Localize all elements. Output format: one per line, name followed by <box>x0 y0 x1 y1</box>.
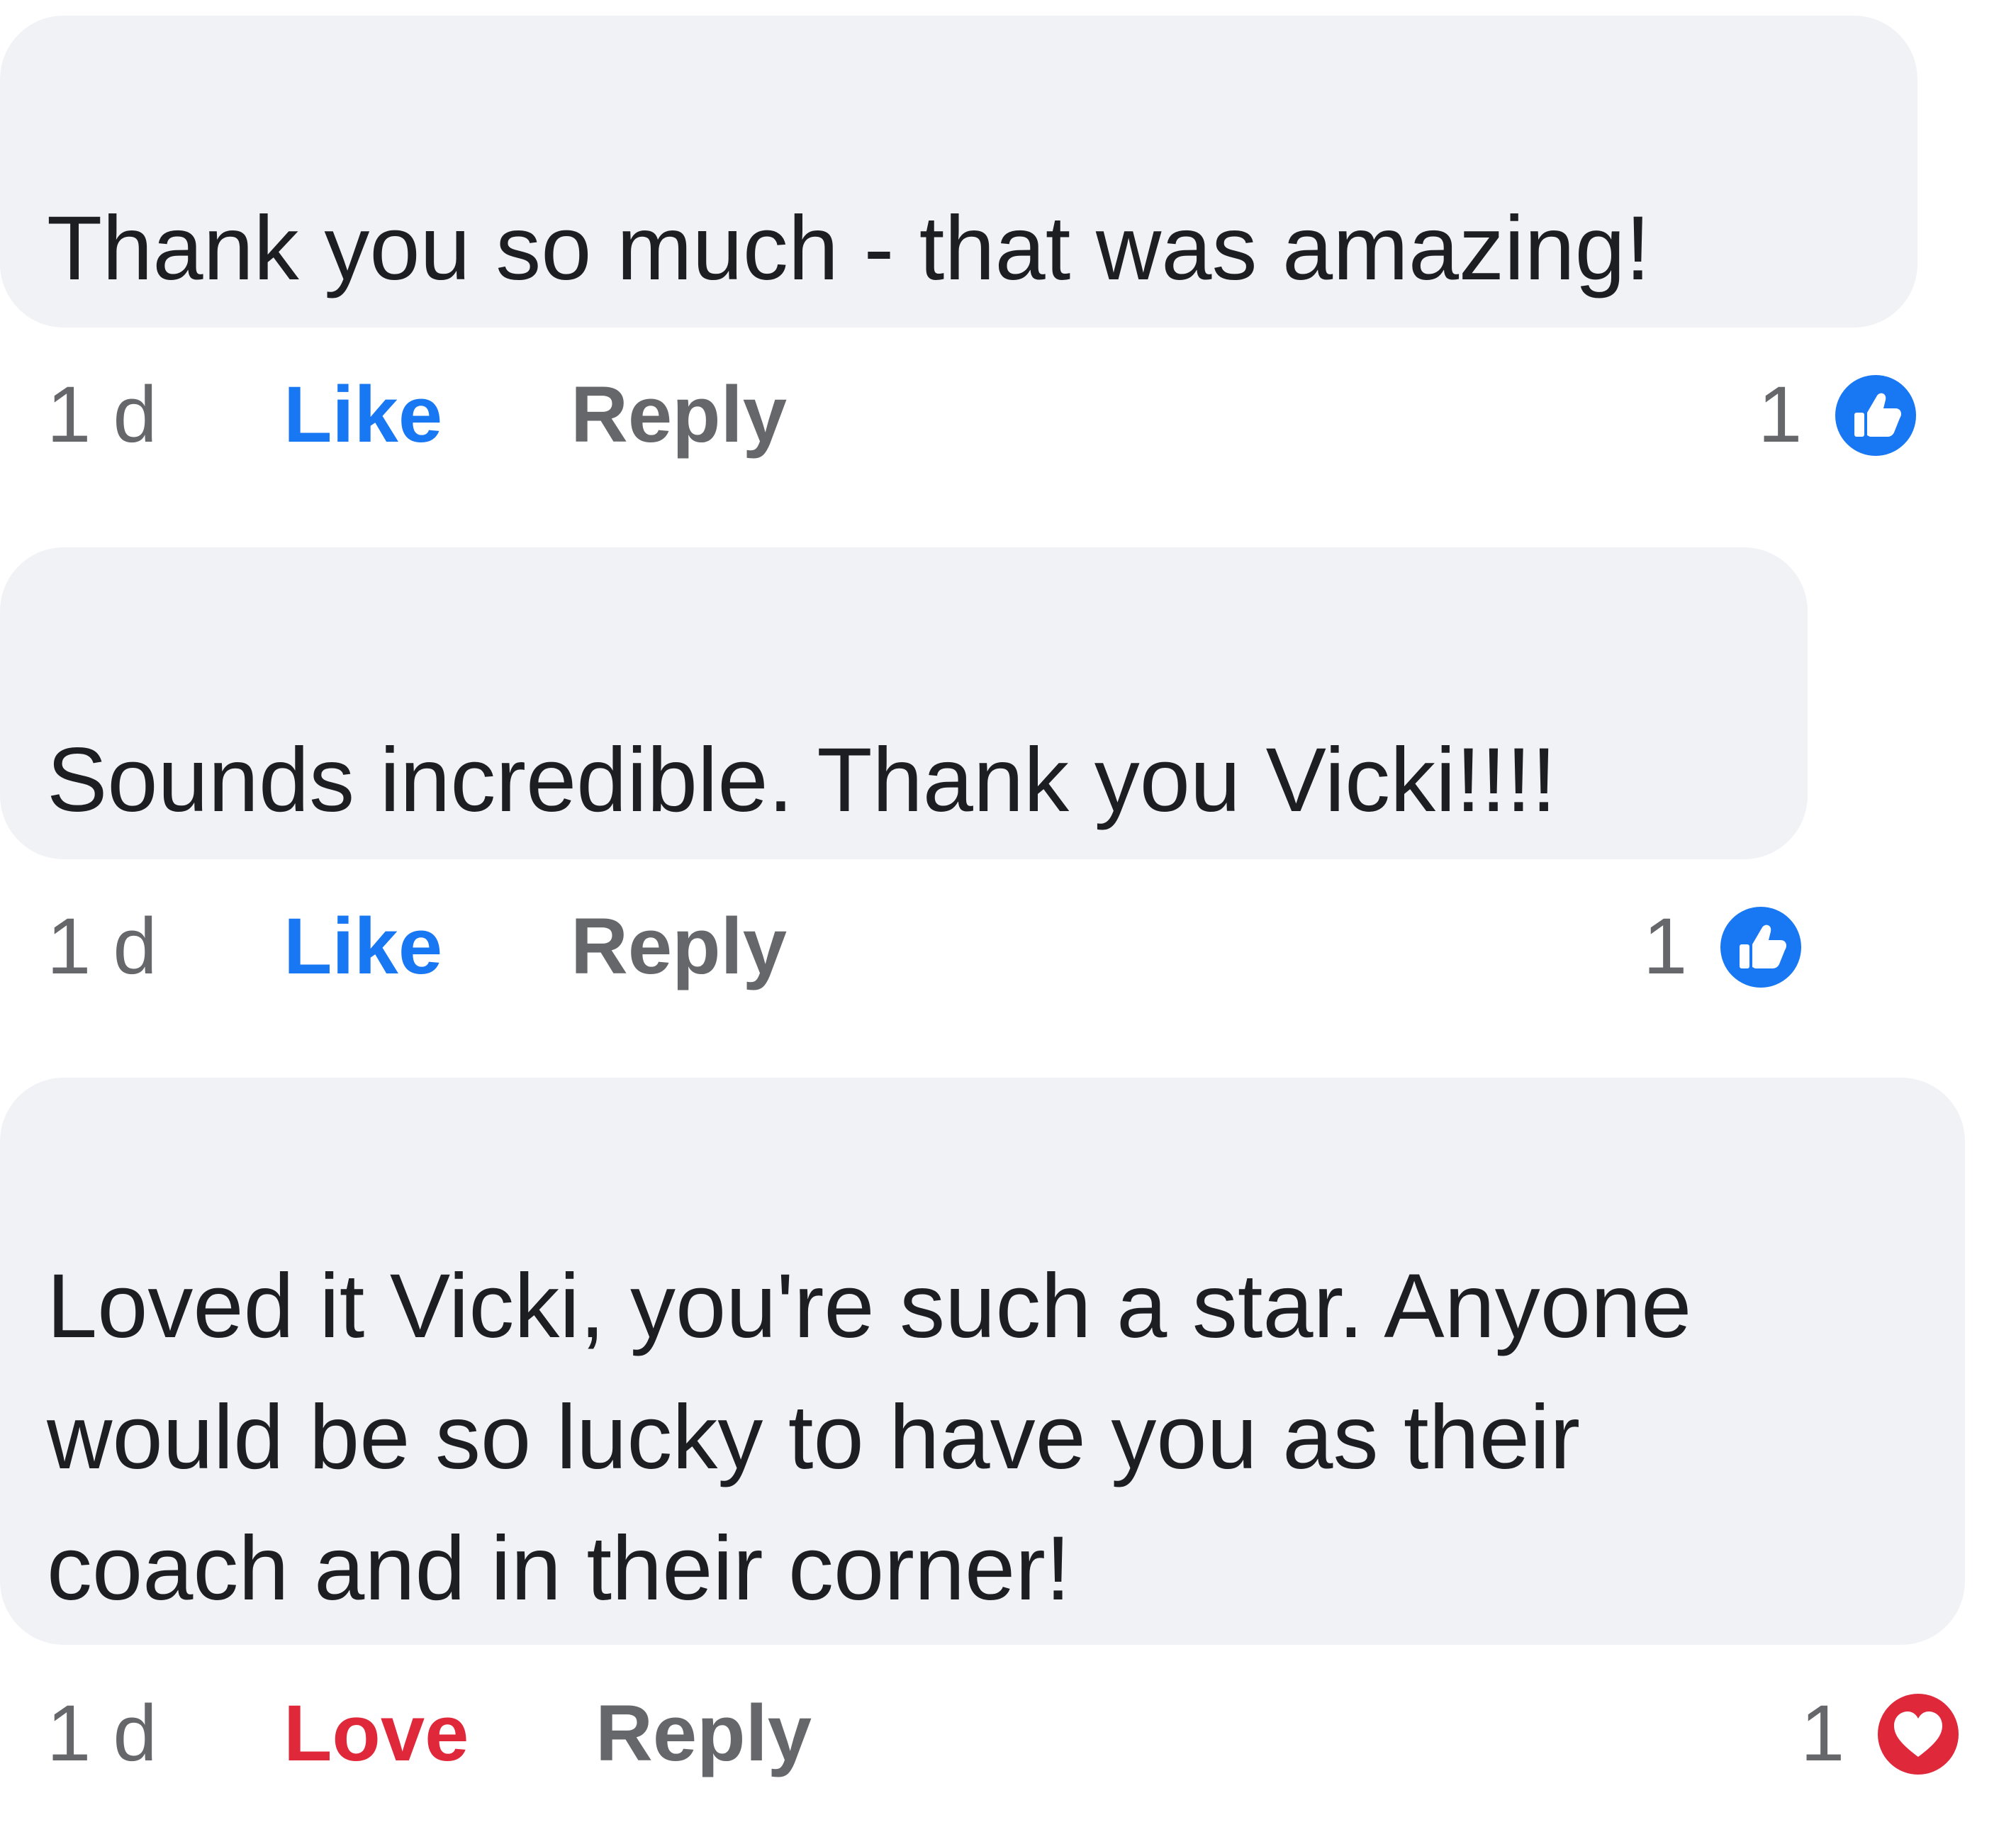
like-button[interactable]: Like <box>284 893 442 1000</box>
reaction-count: 1 <box>1758 370 1803 459</box>
like-icon[interactable] <box>1715 902 1806 993</box>
comment: Thank you so much - that was amazing! 1 … <box>0 0 2016 496</box>
comment-timestamp: 1 d <box>47 370 157 459</box>
reply-button[interactable]: Reply <box>571 893 787 1000</box>
comment-actions: 1 d Like Reply 1 <box>0 362 2016 468</box>
like-button[interactable]: Like <box>284 362 442 468</box>
comment-bubble: Sounds incredible. Thank you Vicki!!!! <box>0 547 1808 859</box>
comment-bubble: Loved it Vicki, you're such a star. Anyo… <box>0 1078 1965 1645</box>
comment: Sounds incredible. Thank you Vicki!!!! 1… <box>0 532 2016 1028</box>
reply-button[interactable]: Reply <box>571 362 787 468</box>
like-icon[interactable] <box>1830 370 1921 461</box>
comment-timestamp: 1 d <box>47 1689 157 1777</box>
comment-text: Thank you so much - that was amazing! <box>47 198 1651 299</box>
comment-actions: 1 d Like Reply 1 <box>0 893 2016 1000</box>
comment-text: Sounds incredible. Thank you Vicki!!!! <box>47 730 1557 831</box>
reply-button[interactable]: Reply <box>595 1680 812 1787</box>
reaction-count: 1 <box>1643 902 1688 990</box>
comment: Loved it Vicki, you're such a star. Anyo… <box>0 1063 2016 1832</box>
comment-text: Loved it Vicki, you're such a star. Anyo… <box>47 1256 1692 1619</box>
comment-timestamp: 1 d <box>47 902 157 990</box>
love-icon[interactable] <box>1873 1689 1964 1780</box>
love-button[interactable]: Love <box>284 1680 469 1787</box>
reaction-count: 1 <box>1801 1689 1845 1777</box>
comment-bubble: Thank you so much - that was amazing! <box>0 16 1917 328</box>
comment-actions: 1 d Love Reply 1 <box>0 1680 2016 1787</box>
